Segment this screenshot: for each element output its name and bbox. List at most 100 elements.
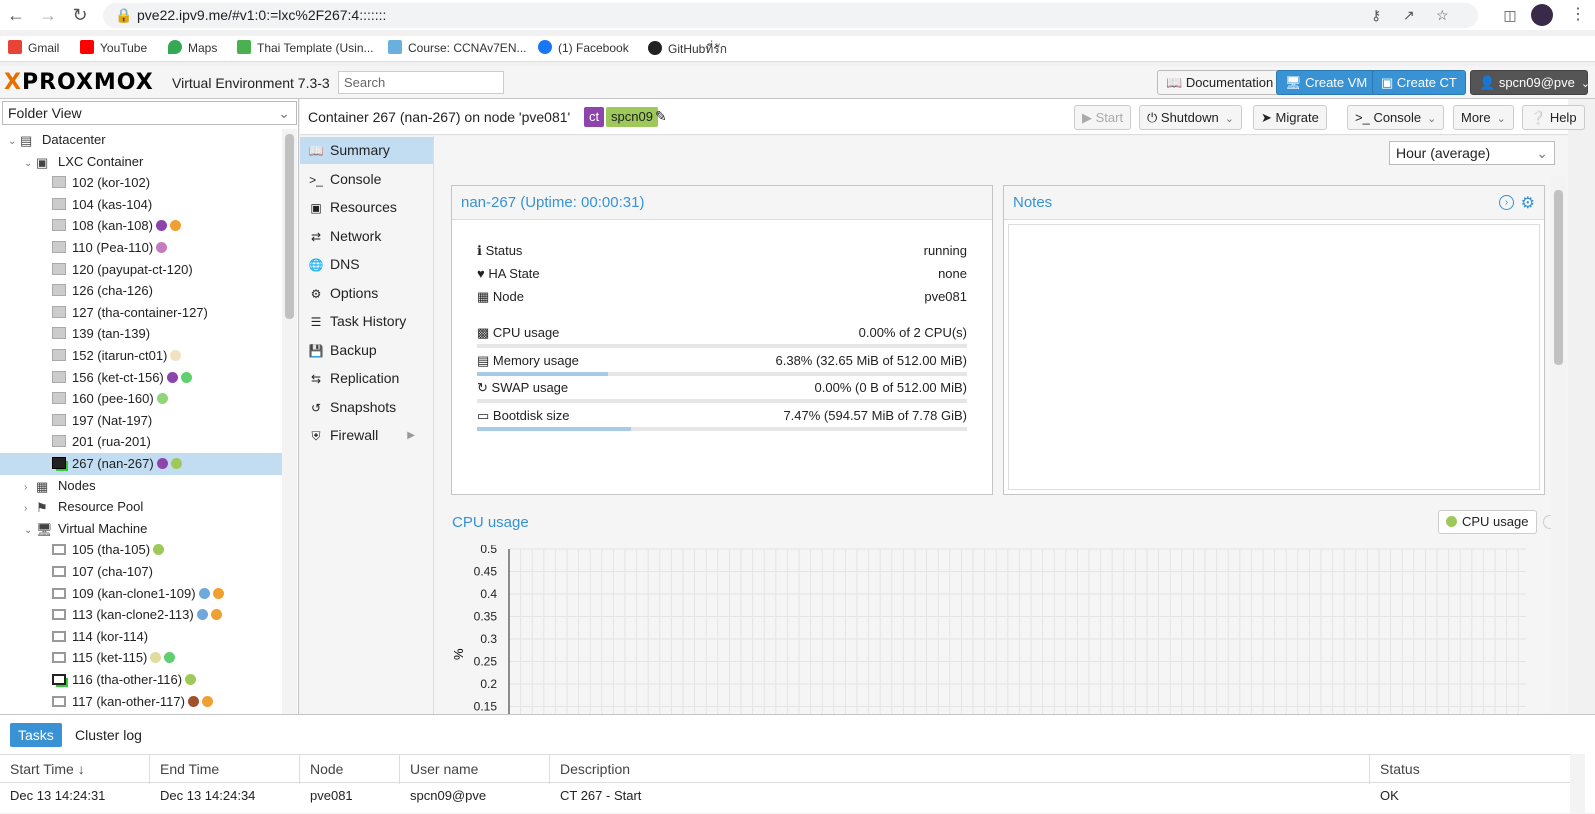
tag-dot xyxy=(198,587,210,599)
bookmark-thai-template[interactable]: Thai Template (Usin... xyxy=(237,40,374,55)
more-button[interactable]: More ⌄ xyxy=(1453,105,1514,130)
tree-item[interactable]: 127 (tha-container-127) xyxy=(0,302,282,324)
pencil-icon[interactable]: ✎ xyxy=(655,108,667,125)
tree-item[interactable]: 197 (Nat-197) xyxy=(0,410,282,432)
col-status[interactable]: Status xyxy=(1370,755,1570,784)
tree-item[interactable]: ⌄ ▤ Datacenter xyxy=(0,129,282,151)
migrate-button[interactable]: ➤ Migrate xyxy=(1253,105,1327,130)
chart-legend-cpu[interactable]: CPU usage xyxy=(1438,510,1537,534)
tree-item[interactable]: › ▦ Nodes xyxy=(0,475,282,497)
documentation-button[interactable]: 📖 Documentation xyxy=(1157,70,1283,95)
tree-item[interactable]: 117 (kan-other-117) xyxy=(0,691,282,713)
tree-item[interactable]: 114 (kor-114) xyxy=(0,626,282,648)
content-scroll-thumb[interactable] xyxy=(1554,190,1563,365)
tree-item[interactable]: 113 (kan-clone2-113) xyxy=(0,604,282,626)
bookmark-youtube[interactable]: YouTube xyxy=(80,40,147,55)
menu-item-task-history[interactable]: ☰ Task History xyxy=(300,308,433,335)
tree-item[interactable]: 108 (kan-108) xyxy=(0,215,282,237)
menu-item-label: Backup xyxy=(330,341,377,358)
tree-item[interactable]: 115 (ket-115) xyxy=(0,647,282,669)
menu-item-firewall[interactable]: ⛨ Firewall ▶ xyxy=(300,422,433,449)
tree-scrollbar[interactable] xyxy=(282,129,297,714)
tree-item[interactable]: ⌄ 🖥 Virtual Machine xyxy=(0,518,282,540)
menu-item-summary[interactable]: 📖 Summary xyxy=(300,137,433,164)
col-start-time[interactable]: Start Time ↓ xyxy=(0,755,150,784)
tree-item[interactable]: 120 (payupat-ct-120) xyxy=(0,259,282,281)
tree-item[interactable]: 126 (cha-126) xyxy=(0,280,282,302)
tree-item[interactable]: 109 (kan-clone1-109) xyxy=(0,583,282,605)
avatar[interactable] xyxy=(1531,4,1553,26)
tree-item-label: 127 (tha-container-127) xyxy=(72,304,208,320)
key-icon[interactable]: ⚷ xyxy=(1371,7,1381,24)
address-bar[interactable]: 🔒 pve22.ipv9.me/#v1:0:=lxc%2F267:4::::::… xyxy=(103,3,1478,28)
chevron-down-icon: ⌄ xyxy=(1224,113,1234,125)
vm-icon xyxy=(52,544,66,556)
tree-item[interactable]: › ⚑ Resource Pool xyxy=(0,496,282,518)
usage-bar xyxy=(477,399,967,403)
tree-item[interactable]: 156 (ket-ct-156) xyxy=(0,367,282,389)
tree-item[interactable]: 107 (cha-107) xyxy=(0,561,282,583)
sidepanel-icon[interactable]: ◫ xyxy=(1500,5,1520,25)
tree-item[interactable]: 267 (nan-267) xyxy=(0,453,282,475)
tree-item[interactable]: 105 (tha-105) xyxy=(0,539,282,561)
resource-tree: ⌄ ▤ Datacenter ⌄ ▣ LXC Container 102 (kor-102)… xyxy=(0,129,282,714)
bookmark-gmail[interactable]: Gmail xyxy=(8,40,59,55)
create-ct-button[interactable]: ▣ Create CT xyxy=(1372,70,1466,95)
col-user-name[interactable]: User name xyxy=(400,755,550,784)
col-description[interactable]: Description xyxy=(550,755,1370,784)
content-scrollbar[interactable] xyxy=(1551,176,1566,714)
bookmark-course[interactable]: Course: CCNAv7EN... xyxy=(388,40,526,55)
user-menu-button[interactable]: 👤 spcn09@pve ⌄ xyxy=(1470,70,1590,95)
menu-item-snapshots[interactable]: ↺ Snapshots xyxy=(300,394,433,421)
bookmark-facebook[interactable]: (1) Facebook xyxy=(538,40,629,55)
tree-item[interactable]: 102 (kor-102) xyxy=(0,172,282,194)
menu-item-options[interactable]: ⚙ Options xyxy=(300,280,433,307)
search-input[interactable]: Search xyxy=(338,71,504,94)
back-icon[interactable]: ← xyxy=(6,5,26,25)
tree-item[interactable]: 201 (rua-201) xyxy=(0,431,282,453)
tree-item-label: 139 (tan-139) xyxy=(72,326,151,342)
tree-item[interactable]: 152 (itarun-ct01) xyxy=(0,345,282,367)
tree-item[interactable]: 104 (kas-104) xyxy=(0,194,282,216)
youtube-icon xyxy=(80,40,94,54)
share-icon[interactable]: ↗ xyxy=(1403,7,1415,24)
start-button[interactable]: ▶ Start xyxy=(1074,105,1132,130)
gear-icon[interactable]: ⚙ xyxy=(1521,193,1535,213)
usage-label: Bootdisk size xyxy=(492,407,570,423)
menu-item-network[interactable]: ⇄ Network xyxy=(300,223,433,250)
col-end-time[interactable]: End Time xyxy=(150,755,300,784)
tag-ct[interactable]: ct xyxy=(584,107,605,127)
forward-icon[interactable]: → xyxy=(38,5,58,25)
col-node[interactable]: Node xyxy=(300,755,400,784)
tab-tasks[interactable]: Tasks xyxy=(10,723,62,747)
tab-cluster-log[interactable]: Cluster log xyxy=(67,723,150,747)
menu-dots-icon[interactable]: ⋮ xyxy=(1568,5,1588,25)
bookmark-github[interactable]: GitHubที่รัก xyxy=(648,40,727,59)
bookmark-maps[interactable]: Maps xyxy=(168,40,217,55)
tag-spcn09[interactable]: spcn09 xyxy=(606,107,658,127)
menu-item-console[interactable]: >_ Console xyxy=(300,166,433,193)
tree-item[interactable]: 110 (Pea-110) xyxy=(0,237,282,259)
chevron-right-icon[interactable]: › xyxy=(1499,195,1514,210)
shutdown-button[interactable]: ⏻ Shutdown ⌄ xyxy=(1139,105,1242,130)
tree-item[interactable]: 160 (pee-160) xyxy=(0,388,282,410)
task-scrollbar[interactable] xyxy=(1570,754,1585,814)
view-selector[interactable]: Folder View ⌄ xyxy=(2,101,297,125)
timeframe-select[interactable]: Hour (average) ⌄ xyxy=(1389,141,1555,165)
status-label: Status xyxy=(485,243,523,258)
menu-item-dns[interactable]: 🌐 DNS xyxy=(300,251,433,278)
tree-scroll-thumb[interactable] xyxy=(285,134,294,319)
console-button[interactable]: >_ Console ⌄ xyxy=(1347,105,1445,130)
star-icon[interactable]: ☆ xyxy=(1436,7,1449,24)
tree-item[interactable]: 116 (tha-other-116) xyxy=(0,669,282,691)
tree-item[interactable]: 139 (tan-139) xyxy=(0,323,282,345)
reload-icon[interactable]: ↻ xyxy=(70,5,90,25)
menu-item-backup[interactable]: 💾 Backup xyxy=(300,337,433,364)
tag-dot xyxy=(166,371,178,383)
tree-item[interactable]: ⌄ ▣ LXC Container xyxy=(0,151,282,173)
menu-item-resources[interactable]: ▣ Resources xyxy=(300,194,433,221)
menu-item-replication[interactable]: ⇆ Replication xyxy=(300,365,433,392)
help-button[interactable]: ❔ Help xyxy=(1522,105,1585,130)
create-vm-button[interactable]: 🖥 Create VM xyxy=(1276,70,1377,95)
container-icon xyxy=(52,284,66,297)
